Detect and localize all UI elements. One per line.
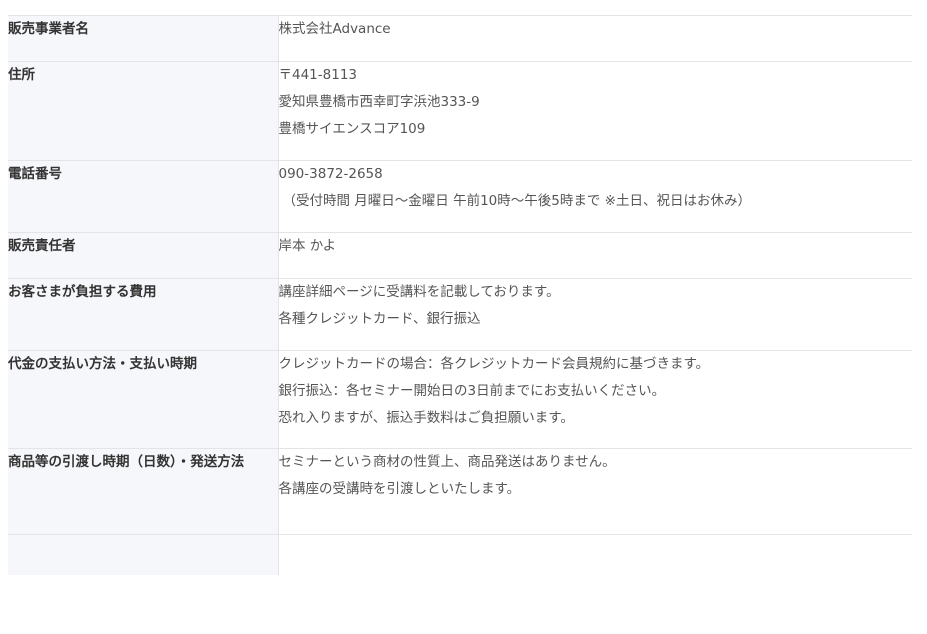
- table-row: 電話番号 090-3872-2658 （受付時間 月曜日～金曜日 午前10時～午…: [8, 160, 912, 233]
- value-line: 講座詳細ページに受講料を記載しております。: [278, 284, 560, 300]
- page: 販売事業者名 株式会社Advance 住所 〒441-8113 愛知県豊橋市西幸…: [0, 0, 927, 634]
- table-row: お客さまが負担する費用 講座詳細ページに受講料を記載しております。 各種クレジッ…: [8, 278, 912, 351]
- row-label-delivery: 商品等の引渡し時期（日数）・発送方法: [8, 448, 279, 535]
- value-line: 愛知県豊橋市西幸町字浜池333-9: [278, 94, 480, 110]
- row-label-payment: 代金の支払い方法・支払い時期: [8, 350, 279, 449]
- table-row: 代金の支払い方法・支払い時期 クレジットカードの場合：各クレジットカード会員規約…: [8, 350, 912, 449]
- row-value-next: [278, 535, 912, 576]
- value-line: 岸本 かよ: [278, 238, 337, 254]
- table-row: 商品等の引渡し時期（日数）・発送方法 セミナーという商材の性質上、商品発送はあり…: [8, 448, 912, 535]
- value-line: 各講座の受講時を引渡しといたします。: [278, 481, 521, 497]
- row-label-address: 住所: [8, 61, 279, 161]
- row-value-customer-fees: 講座詳細ページに受講料を記載しております。 各種クレジットカード、銀行振込: [278, 279, 912, 351]
- row-value-address: 〒441-8113 愛知県豊橋市西幸町字浜池333-9 豊橋サイエンスコア109: [278, 62, 912, 161]
- row-label-customer-fees: お客さまが負担する費用: [8, 278, 279, 351]
- row-label-phone: 電話番号: [8, 160, 279, 233]
- row-value-delivery: セミナーという商材の性質上、商品発送はありません。 各講座の受講時を引渡しといた…: [278, 449, 912, 535]
- value-line: 銀行振込：各セミナー開始日の3日前までにお支払いください。: [278, 383, 666, 399]
- value-line: 090-3872-2658: [278, 166, 383, 182]
- value-line: 豊橋サイエンスコア109: [278, 121, 426, 137]
- row-label-seller: 販売事業者名: [8, 15, 279, 62]
- value-line: 各種クレジットカード、銀行振込: [278, 311, 481, 327]
- value-line: 株式会社Advance: [278, 21, 391, 37]
- value-line: 恐れ入りますが、振込手数料はご負担願います。: [278, 410, 574, 426]
- row-label-next: [8, 534, 279, 575]
- table-row-partial: [8, 534, 912, 576]
- commerce-disclosure-table: 販売事業者名 株式会社Advance 住所 〒441-8113 愛知県豊橋市西幸…: [8, 15, 912, 575]
- row-value-seller: 株式会社Advance: [278, 16, 912, 62]
- value-line: クレジットカードの場合：各クレジットカード会員規約に基づきます。: [278, 356, 710, 372]
- value-line: 〒441-8113: [278, 67, 358, 83]
- table-row: 販売責任者 岸本 かよ: [8, 232, 912, 279]
- row-value-phone: 090-3872-2658 （受付時間 月曜日～金曜日 午前10時～午後5時まで…: [278, 161, 912, 233]
- value-line: （受付時間 月曜日～金曜日 午前10時～午後5時まで ※土日、祝日はお休み）: [282, 193, 751, 209]
- table-row: 販売事業者名 株式会社Advance: [8, 15, 912, 62]
- table-row: 住所 〒441-8113 愛知県豊橋市西幸町字浜池333-9 豊橋サイエンスコア…: [8, 61, 912, 161]
- value-line: セミナーという商材の性質上、商品発送はありません。: [278, 454, 616, 470]
- row-value-payment: クレジットカードの場合：各クレジットカード会員規約に基づきます。 銀行振込：各セ…: [278, 351, 912, 449]
- row-value-manager: 岸本 かよ: [278, 233, 912, 279]
- row-label-manager: 販売責任者: [8, 232, 279, 279]
